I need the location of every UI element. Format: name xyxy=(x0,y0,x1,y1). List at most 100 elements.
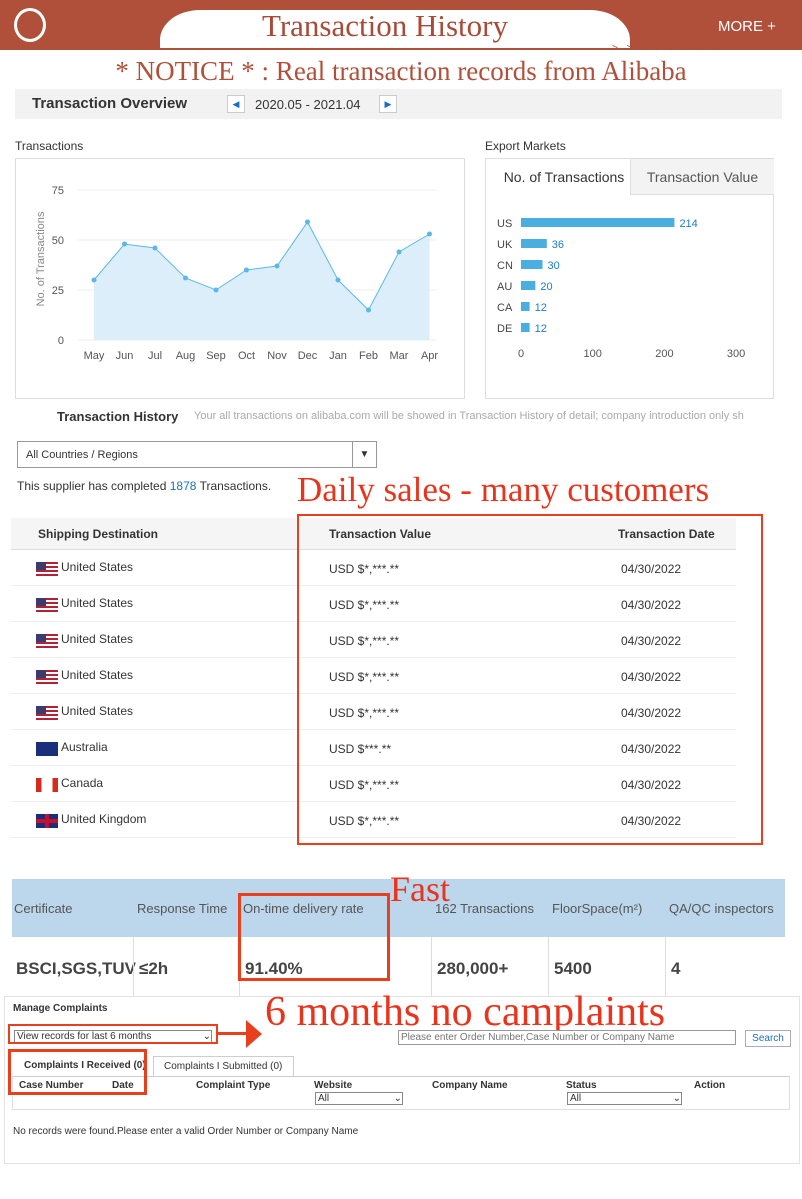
row-country: Australia xyxy=(61,740,108,754)
completed-prefix: This supplier has completed xyxy=(17,479,170,493)
history-title: Transaction History xyxy=(57,409,179,424)
bar-value-label: 30 xyxy=(548,260,560,272)
flag-au-icon xyxy=(36,742,58,756)
bar xyxy=(521,302,530,311)
annotation-arrow-line xyxy=(218,1032,248,1035)
data-point xyxy=(335,277,341,283)
annotation-box-delivery xyxy=(238,893,390,981)
bar-value-label: 12 xyxy=(535,302,547,314)
complaint-column-header: Website xyxy=(314,1080,353,1091)
logo-icon xyxy=(14,8,46,42)
next-period-button[interactable]: ▶ xyxy=(379,95,397,113)
completed-text: This supplier has completed 1878 Transac… xyxy=(17,479,271,493)
bar-category-label: DE xyxy=(497,323,512,335)
data-point xyxy=(244,267,249,273)
transactions-chart-title: Transactions xyxy=(15,139,84,153)
stat-header: FloorSpace(m²) xyxy=(552,901,643,916)
decor-arrows-right: > > > > > > > > xyxy=(612,43,724,54)
complaint-column-header: Company Name xyxy=(432,1080,508,1091)
bar-category-label: AU xyxy=(497,281,512,293)
data-point xyxy=(274,263,280,269)
stat-value: BSCI,SGS,TUV xyxy=(16,959,136,978)
x-tick-label: Feb xyxy=(359,350,378,362)
x-tick-label: Mar xyxy=(390,350,409,362)
tab-complaints-submitted[interactable]: Complaints I Submitted (0) xyxy=(153,1056,294,1077)
complaint-search-input[interactable] xyxy=(398,1030,736,1045)
x-tick-label: Apr xyxy=(421,350,438,362)
stat-header: Certificate xyxy=(14,901,73,916)
stat-header: QA/QC inspectors xyxy=(669,901,774,916)
flag-us-icon xyxy=(36,706,58,720)
annotation-box-period xyxy=(8,1024,218,1044)
x-tick-label: Nov xyxy=(267,350,287,362)
stat-divider xyxy=(665,937,666,997)
x-tick-label: 300 xyxy=(727,348,745,360)
bar-value-label: 36 xyxy=(552,239,564,251)
x-tick-label: Sep xyxy=(206,350,226,362)
data-point xyxy=(122,241,127,247)
data-point xyxy=(91,277,97,283)
status-filter-value: All xyxy=(570,1093,582,1104)
annotation-box-table xyxy=(297,514,763,845)
y-tick-label: 75 xyxy=(52,185,64,197)
y-tick-label: 25 xyxy=(52,285,64,297)
x-tick-label: May xyxy=(84,350,105,362)
x-tick-label: Dec xyxy=(298,350,318,362)
bar-value-label: 12 xyxy=(535,323,547,335)
y-tick-label: 50 xyxy=(52,235,64,247)
bar-category-label: UK xyxy=(497,239,513,251)
bar xyxy=(521,218,675,227)
period-range: 2020.05 - 2021.04 xyxy=(255,97,361,112)
x-tick-label: 0 xyxy=(518,348,524,360)
x-tick-label: Jul xyxy=(148,350,162,362)
complaint-column-header: Action xyxy=(694,1080,726,1091)
x-tick-label: Oct xyxy=(238,350,255,362)
prev-period-button[interactable]: ◀ xyxy=(227,95,245,113)
complaint-column-header: Status xyxy=(566,1080,597,1091)
bar xyxy=(521,281,536,290)
row-country: United States xyxy=(61,632,134,646)
row-country: United States xyxy=(61,668,134,682)
stat-value: 5400 xyxy=(554,959,592,978)
stat-header: Response Time xyxy=(137,901,228,916)
annotation-arrow-head-icon xyxy=(246,1020,262,1048)
country-filter-select[interactable]: All Countries / Regions ▼ xyxy=(17,441,377,468)
bar xyxy=(521,260,543,269)
bar-category-label: CN xyxy=(497,260,513,272)
row-country: United States xyxy=(61,560,134,574)
row-country: United States xyxy=(61,704,134,718)
x-tick-label: 200 xyxy=(655,348,673,360)
chevron-down-icon: ▼ xyxy=(352,442,376,467)
data-point xyxy=(427,231,432,237)
flag-uk-icon xyxy=(36,814,58,828)
history-description: Your all transactions on alibaba.com wil… xyxy=(194,410,744,422)
completed-suffix: Transactions. xyxy=(196,479,272,493)
website-filter-select[interactable]: All ⌄ xyxy=(315,1092,403,1105)
x-tick-label: Jun xyxy=(116,350,134,362)
bar-category-label: US xyxy=(497,218,512,230)
data-point xyxy=(366,307,371,313)
y-tick-label: 0 xyxy=(58,335,64,347)
row-country: Canada xyxy=(61,776,104,790)
search-button[interactable]: Search xyxy=(745,1030,791,1047)
status-filter-select[interactable]: All ⌄ xyxy=(567,1092,682,1105)
annotation-no-complaints: 6 months no camplaints xyxy=(265,989,666,1035)
empty-message: No records were found.Please enter a val… xyxy=(13,1126,359,1137)
row-country: United Kingdom xyxy=(61,812,147,826)
flag-us-icon xyxy=(36,670,58,684)
complaints-title: Manage Complaints xyxy=(13,1003,108,1014)
export-markets-svg: US 214 UK 36 CN 30 AU 20 CA 12 DE 12 0 100 200 300 xyxy=(497,218,745,360)
flag-us-icon xyxy=(36,634,58,648)
bar-value-label: 20 xyxy=(540,281,552,293)
bar-value-label: 214 xyxy=(679,218,697,230)
notice-banner: * NOTICE * : Real transaction records fr… xyxy=(115,56,687,86)
data-point xyxy=(396,249,402,255)
overview-bar: Transaction Overview ◀ 2020.05 - 2021.04… xyxy=(15,89,782,119)
completed-count[interactable]: 1878 xyxy=(170,479,197,493)
annotation-box-received xyxy=(8,1049,147,1095)
y-axis-label: No. of Transactions xyxy=(35,211,47,306)
stat-divider xyxy=(133,937,134,997)
more-button[interactable]: MORE + xyxy=(718,18,776,35)
stat-value: 280,000+ xyxy=(437,959,509,978)
transactions-chart-svg: 0 25 50 75 May Jun Jul Aug Sep Oct Nov Dec Jan Feb Mar… xyxy=(35,185,438,362)
